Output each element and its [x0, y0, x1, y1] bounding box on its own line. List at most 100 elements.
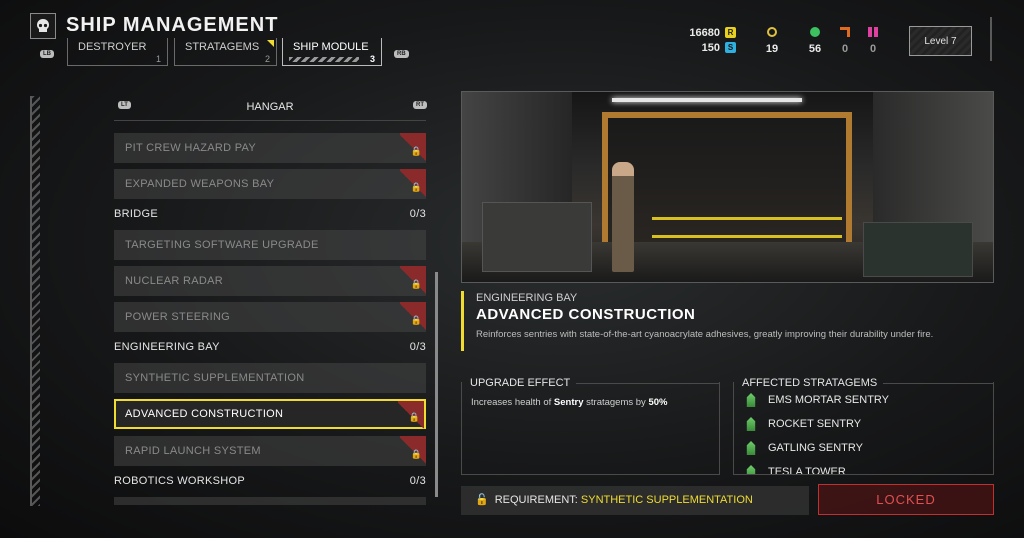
left-rail-decoration [30, 96, 40, 506]
requisition-value: 16680 [689, 27, 720, 39]
medal-icon [767, 27, 777, 37]
tab-label: STRATAGEMS [185, 41, 260, 53]
lock-icon: 🔒 [400, 133, 426, 163]
stratagem-label: ROCKET SENTRY [768, 418, 862, 430]
image-ceiling-light [612, 98, 802, 102]
divider [114, 120, 426, 121]
tesla-icon [746, 465, 756, 474]
module-label: PIT CREW HAZARD PAY [125, 142, 256, 154]
tab-ship-module[interactable]: SHIP MODULE 3 [282, 38, 382, 66]
module-label: TARGETING SOFTWARE UPGRADE [125, 239, 319, 251]
sentry-icon [746, 393, 756, 407]
stratagem-tesla-tower: TESLA TOWER [744, 465, 846, 475]
common-sample-icon [810, 27, 820, 37]
stratagem-rocket-sentry: ROCKET SENTRY [744, 417, 861, 431]
module-item-nuclear-radar[interactable]: NUCLEAR RADAR 🔒 [114, 266, 426, 296]
rt-button-hint: RT [413, 101, 427, 109]
section-label: ENGINEERING BAY [114, 341, 220, 353]
module-item-pit-crew-hazard-pay[interactable]: PIT CREW HAZARD PAY 🔒 [114, 133, 426, 163]
section-count: 0/3 [409, 341, 426, 353]
module-label: ADVANCED CONSTRUCTION [125, 408, 284, 420]
super-sample-icon [868, 27, 878, 37]
header-divider [990, 17, 992, 61]
image-wall-right [873, 92, 993, 242]
module-item-advanced-construction[interactable]: ADVANCED CONSTRUCTION 🔒 [114, 399, 426, 431]
image-crew-member [612, 162, 634, 272]
image-bay-door [602, 112, 852, 257]
effect-value: 50% [648, 397, 668, 408]
skull-icon [30, 13, 56, 39]
accent-bar [461, 291, 464, 351]
module-label: POWER STEERING [125, 311, 231, 323]
module-description: Reinforces sentries with state-of-the-ar… [476, 329, 934, 340]
sentry-icon [746, 441, 756, 455]
tab-stratagems[interactable]: STRATAGEMS 2 [174, 38, 277, 66]
module-label: EXPANDED WEAPONS BAY [125, 178, 275, 190]
section-label: BRIDGE [114, 208, 158, 220]
tab-number: 2 [264, 54, 270, 64]
image-crate [863, 222, 973, 277]
section-bridge: BRIDGE 0/3 [114, 208, 426, 220]
new-flag-icon [267, 40, 274, 47]
page-title: SHIP MANAGEMENT [66, 14, 279, 36]
tab-label: SHIP MODULE [293, 41, 369, 53]
list-header-hangar: HANGAR [246, 101, 294, 113]
tab-label: DESTROYER [78, 41, 147, 53]
image-railing [652, 217, 842, 220]
tab-number: 3 [369, 54, 375, 64]
tab-number: 1 [155, 54, 161, 64]
module-label: SYNTHETIC SUPPLEMENTATION [125, 372, 305, 384]
effect-text-mid: stratagems by [583, 397, 649, 408]
lock-icon: 🔒 [400, 266, 426, 296]
section-count: 0/3 [409, 208, 426, 220]
unlock-icon: 🔓 [475, 494, 489, 506]
requirement-label: REQUIREMENT: [494, 494, 581, 506]
stratagem-gatling-sentry: GATLING SENTRY [744, 441, 863, 455]
samples-icon: S [725, 42, 736, 53]
stratagem-label: TESLA TOWER [768, 466, 846, 475]
module-item-expanded-weapons-bay[interactable]: EXPANDED WEAPONS BAY 🔒 [114, 169, 426, 199]
rare-sample-icon [840, 27, 850, 37]
module-label: NUCLEAR RADAR [125, 275, 224, 287]
rb-button-hint: RB [394, 50, 409, 58]
list-item-partial [114, 497, 426, 505]
upgrade-effect-panel [461, 382, 720, 475]
common-sample-value: 56 [808, 43, 822, 55]
sentry-icon [746, 417, 756, 431]
stratagem-label: GATLING SENTRY [768, 442, 863, 454]
affected-stratagems-panel: EMS MORTAR SENTRY ROCKET SENTRY GATLING … [733, 382, 994, 475]
module-item-rapid-launch-system[interactable]: RAPID LAUNCH SYSTEM 🔒 [114, 436, 426, 466]
affected-stratagems-header: AFFECTED STRATAGEMS [733, 377, 994, 389]
lock-icon: 🔒 [400, 436, 426, 466]
medals-value: 19 [765, 43, 779, 55]
upgrade-effect-text: Increases health of Sentry stratagems by… [471, 397, 667, 408]
module-preview-image [461, 91, 994, 283]
module-item-targeting-software-upgrade[interactable]: TARGETING SOFTWARE UPGRADE [114, 230, 426, 260]
lt-button-hint: LT [118, 101, 131, 109]
section-robotics-workshop: ROBOTICS WORKSHOP 0/3 [114, 475, 426, 487]
upgrade-effect-header: UPGRADE EFFECT [461, 377, 720, 389]
samples-value: 150 [701, 42, 720, 54]
locked-button[interactable]: LOCKED [818, 484, 994, 515]
section-count: 0/3 [409, 475, 426, 487]
module-item-synthetic-supplementation[interactable]: SYNTHETIC SUPPLEMENTATION [114, 363, 426, 393]
active-tab-stripes [289, 57, 359, 62]
level-badge: Level 7 [909, 26, 972, 56]
effect-target: Sentry [553, 397, 584, 408]
module-label: RAPID LAUNCH SYSTEM [125, 445, 261, 457]
image-crate [482, 202, 592, 272]
stratagem-ems-mortar-sentry: EMS MORTAR SENTRY [744, 393, 889, 407]
stratagem-label: EMS MORTAR SENTRY [768, 394, 890, 406]
requisition-icon: R [725, 27, 736, 38]
rare-sample-value: 0 [841, 43, 849, 55]
requirement-value: SYNTHETIC SUPPLEMENTATION [580, 494, 753, 506]
section-engineering-bay: ENGINEERING BAY 0/3 [114, 341, 426, 353]
module-category: ENGINEERING BAY [476, 292, 578, 304]
lock-icon: 🔒 [398, 401, 424, 431]
module-item-power-steering[interactable]: POWER STEERING 🔒 [114, 302, 426, 332]
tab-destroyer[interactable]: DESTROYER 1 [67, 38, 168, 66]
lb-button-hint: LB [40, 50, 54, 58]
lock-icon: 🔒 [400, 302, 426, 332]
effect-text-pre: Increases health of [471, 397, 554, 408]
scrollbar[interactable] [435, 272, 438, 497]
